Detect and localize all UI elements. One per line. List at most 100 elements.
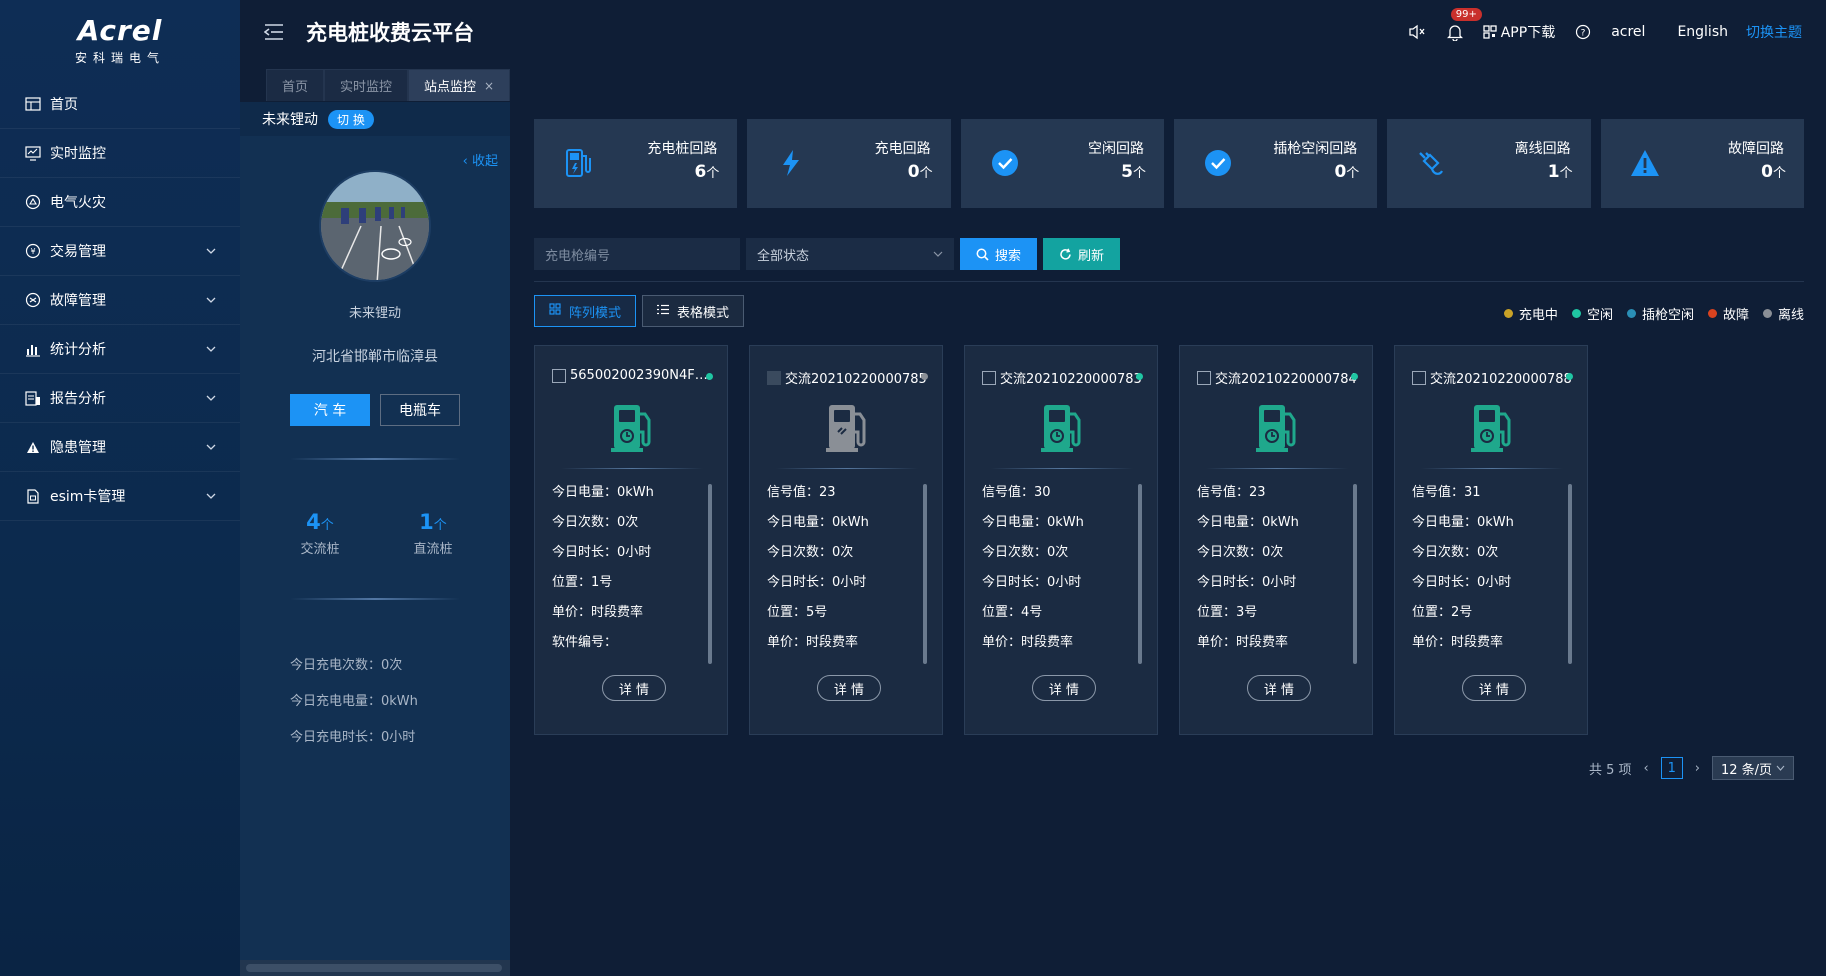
divider	[1421, 468, 1563, 469]
status-dot	[706, 373, 713, 380]
vertical-scrollbar[interactable]	[1138, 484, 1142, 664]
vertical-scrollbar[interactable]	[923, 484, 927, 664]
charger-name: 交流20210220000788	[1430, 372, 1572, 387]
sidebar-item-6[interactable]: 报告分析	[0, 374, 240, 423]
sidebar-item-label: 隐患管理	[50, 440, 106, 456]
sidebar-item-label: 实时监控	[50, 146, 106, 162]
today-charge-energy: 今日充电电量：0kWh	[290, 694, 418, 709]
sim-card-icon	[24, 487, 42, 505]
stat-unit: 个	[1559, 166, 1573, 181]
detail-button[interactable]: 详 情	[1462, 675, 1526, 701]
dc-pile-stat: 1个 直流桩	[383, 510, 483, 557]
legend-label: 故障	[1722, 308, 1749, 323]
horizontal-scrollbar[interactable]	[240, 960, 510, 976]
check-circle-icon	[1202, 147, 1234, 179]
tab-label: 首页	[282, 80, 309, 95]
stat-card-1[interactable]: 充电回路 0个	[747, 119, 951, 208]
stat-value: 0	[907, 162, 920, 182]
app-download-link[interactable]: APP下载	[1483, 22, 1555, 42]
charger-checkbox[interactable]	[552, 368, 566, 383]
charger-card-header: 交流20210220000788	[1412, 368, 1575, 387]
vehicle-tab-1[interactable]: 电瓶车	[380, 394, 460, 426]
vertical-scrollbar[interactable]	[1353, 484, 1357, 664]
user-name[interactable]: acrel	[1611, 24, 1645, 40]
stat-unit: 个	[1132, 166, 1146, 181]
divider	[776, 468, 918, 469]
mute-icon[interactable]	[1407, 22, 1427, 42]
gun-number-input[interactable]: 充电枪编号	[534, 238, 740, 270]
divider	[1206, 468, 1348, 469]
sidebar-item-4[interactable]: 故障管理	[0, 276, 240, 325]
station-switch-button[interactable]: 切 换	[328, 109, 374, 129]
chevron-left-icon[interactable]: ‹	[1644, 761, 1649, 776]
stat-label: 充电回路	[874, 141, 931, 157]
charger-info: 信号值：23 今日电量：0kWh 今日次数：0次 今日时长：0小时 位置：5号 单价：时段…	[767, 484, 869, 664]
ac-pile-label: 交流桩	[300, 542, 340, 557]
sidebar-item-7[interactable]: 隐患管理	[0, 423, 240, 472]
theme-switch[interactable]: 切换主题	[1746, 22, 1802, 42]
sidebar-item-3[interactable]: ¥ 交易管理	[0, 227, 240, 276]
charger-info-row: 软件编号：	[552, 635, 618, 650]
status-dot	[921, 373, 928, 380]
close-icon[interactable]: ×	[484, 79, 494, 93]
stat-value: 5	[1121, 162, 1133, 182]
stat-card-3[interactable]: 插枪空闲回路 0个	[1173, 119, 1378, 208]
scrollbar-thumb[interactable]	[246, 964, 502, 972]
header: 充电桩收费云平台 99+ APP下载 ? acrel English 切换主题	[240, 0, 1826, 64]
sidebar-item-1[interactable]: 实时监控	[0, 129, 240, 178]
language-switch[interactable]: English	[1677, 24, 1728, 40]
charger-info-row: 信号值：23	[767, 485, 836, 500]
charger-checkbox[interactable]	[982, 370, 996, 385]
status-select[interactable]: 全部状态	[746, 238, 954, 270]
tab-1[interactable]: 实时监控	[324, 69, 409, 101]
page-size-select[interactable]: 12 条/页	[1711, 756, 1794, 780]
view-mode-1[interactable]: 表格模式	[642, 295, 745, 327]
charger-info: 信号值：31 今日电量：0kWh 今日次数：0次 今日时长：0小时 位置：2号 单价：时段…	[1412, 484, 1514, 664]
legend-item: 离线	[1762, 304, 1804, 323]
sidebar-item-2[interactable]: 电气火灾	[0, 178, 240, 227]
charger-checkbox[interactable]	[1197, 370, 1211, 385]
tab-0[interactable]: 首页	[266, 69, 325, 101]
app-title: 充电桩收费云平台	[306, 21, 474, 45]
sidebar-item-5[interactable]: 统计分析	[0, 325, 240, 374]
page-number[interactable]: 1	[1660, 757, 1683, 779]
divider	[290, 458, 460, 460]
view-mode-0[interactable]: 阵列模式	[534, 295, 637, 327]
vertical-scrollbar[interactable]	[708, 484, 712, 664]
charger-checkbox[interactable]	[1412, 370, 1426, 385]
charger-info-row: 今日次数：0次	[1197, 545, 1284, 560]
vertical-scrollbar[interactable]	[1568, 484, 1572, 664]
status-dot	[1762, 309, 1772, 318]
collapse-link[interactable]: ‹ 收起	[463, 150, 498, 169]
tab-2[interactable]: 站点监控 ×	[408, 69, 511, 101]
chevron-down-icon	[204, 342, 218, 356]
svg-text:¥: ¥	[30, 247, 35, 256]
stat-card-4[interactable]: 离线回路 1个	[1387, 119, 1591, 208]
station-photo	[319, 170, 431, 282]
detail-button[interactable]: 详 情	[1247, 675, 1311, 701]
sidebar-item-0[interactable]: 首页	[0, 80, 240, 129]
status-dot	[1566, 373, 1573, 380]
stat-label: 离线回路	[1514, 141, 1571, 157]
charger-info-row: 今日电量：0kWh	[982, 515, 1084, 530]
stat-card-0[interactable]: 充电桩回路 6个	[534, 119, 738, 208]
today-charge-times: 今日充电次数：0次	[290, 658, 403, 673]
stat-value: 0	[1761, 162, 1773, 182]
legend-item: 插枪空闲	[1626, 304, 1694, 323]
detail-button[interactable]: 详 情	[1032, 675, 1096, 701]
chevron-right-icon[interactable]: ›	[1695, 761, 1700, 776]
vehicle-tab-0[interactable]: 汽 车	[290, 394, 370, 426]
detail-button[interactable]: 详 情	[602, 675, 666, 701]
bell-icon[interactable]: 99+	[1445, 8, 1482, 42]
help-icon[interactable]: ?	[1573, 22, 1593, 42]
menu-toggle-icon[interactable]	[262, 20, 286, 44]
charger-name: 565002002390N4F0...	[570, 368, 715, 383]
alert-triangle-icon	[1629, 147, 1661, 179]
stat-card-2[interactable]: 空闲回路 5个	[960, 119, 1164, 208]
refresh-button[interactable]: 刷新	[1043, 238, 1121, 270]
sidebar-item-label: 故障管理	[50, 293, 106, 309]
search-button[interactable]: 搜索	[960, 238, 1038, 270]
stat-card-5[interactable]: 故障回路 0个	[1600, 119, 1804, 208]
detail-button[interactable]: 详 情	[817, 675, 881, 701]
sidebar-item-8[interactable]: esim卡管理	[0, 472, 240, 521]
